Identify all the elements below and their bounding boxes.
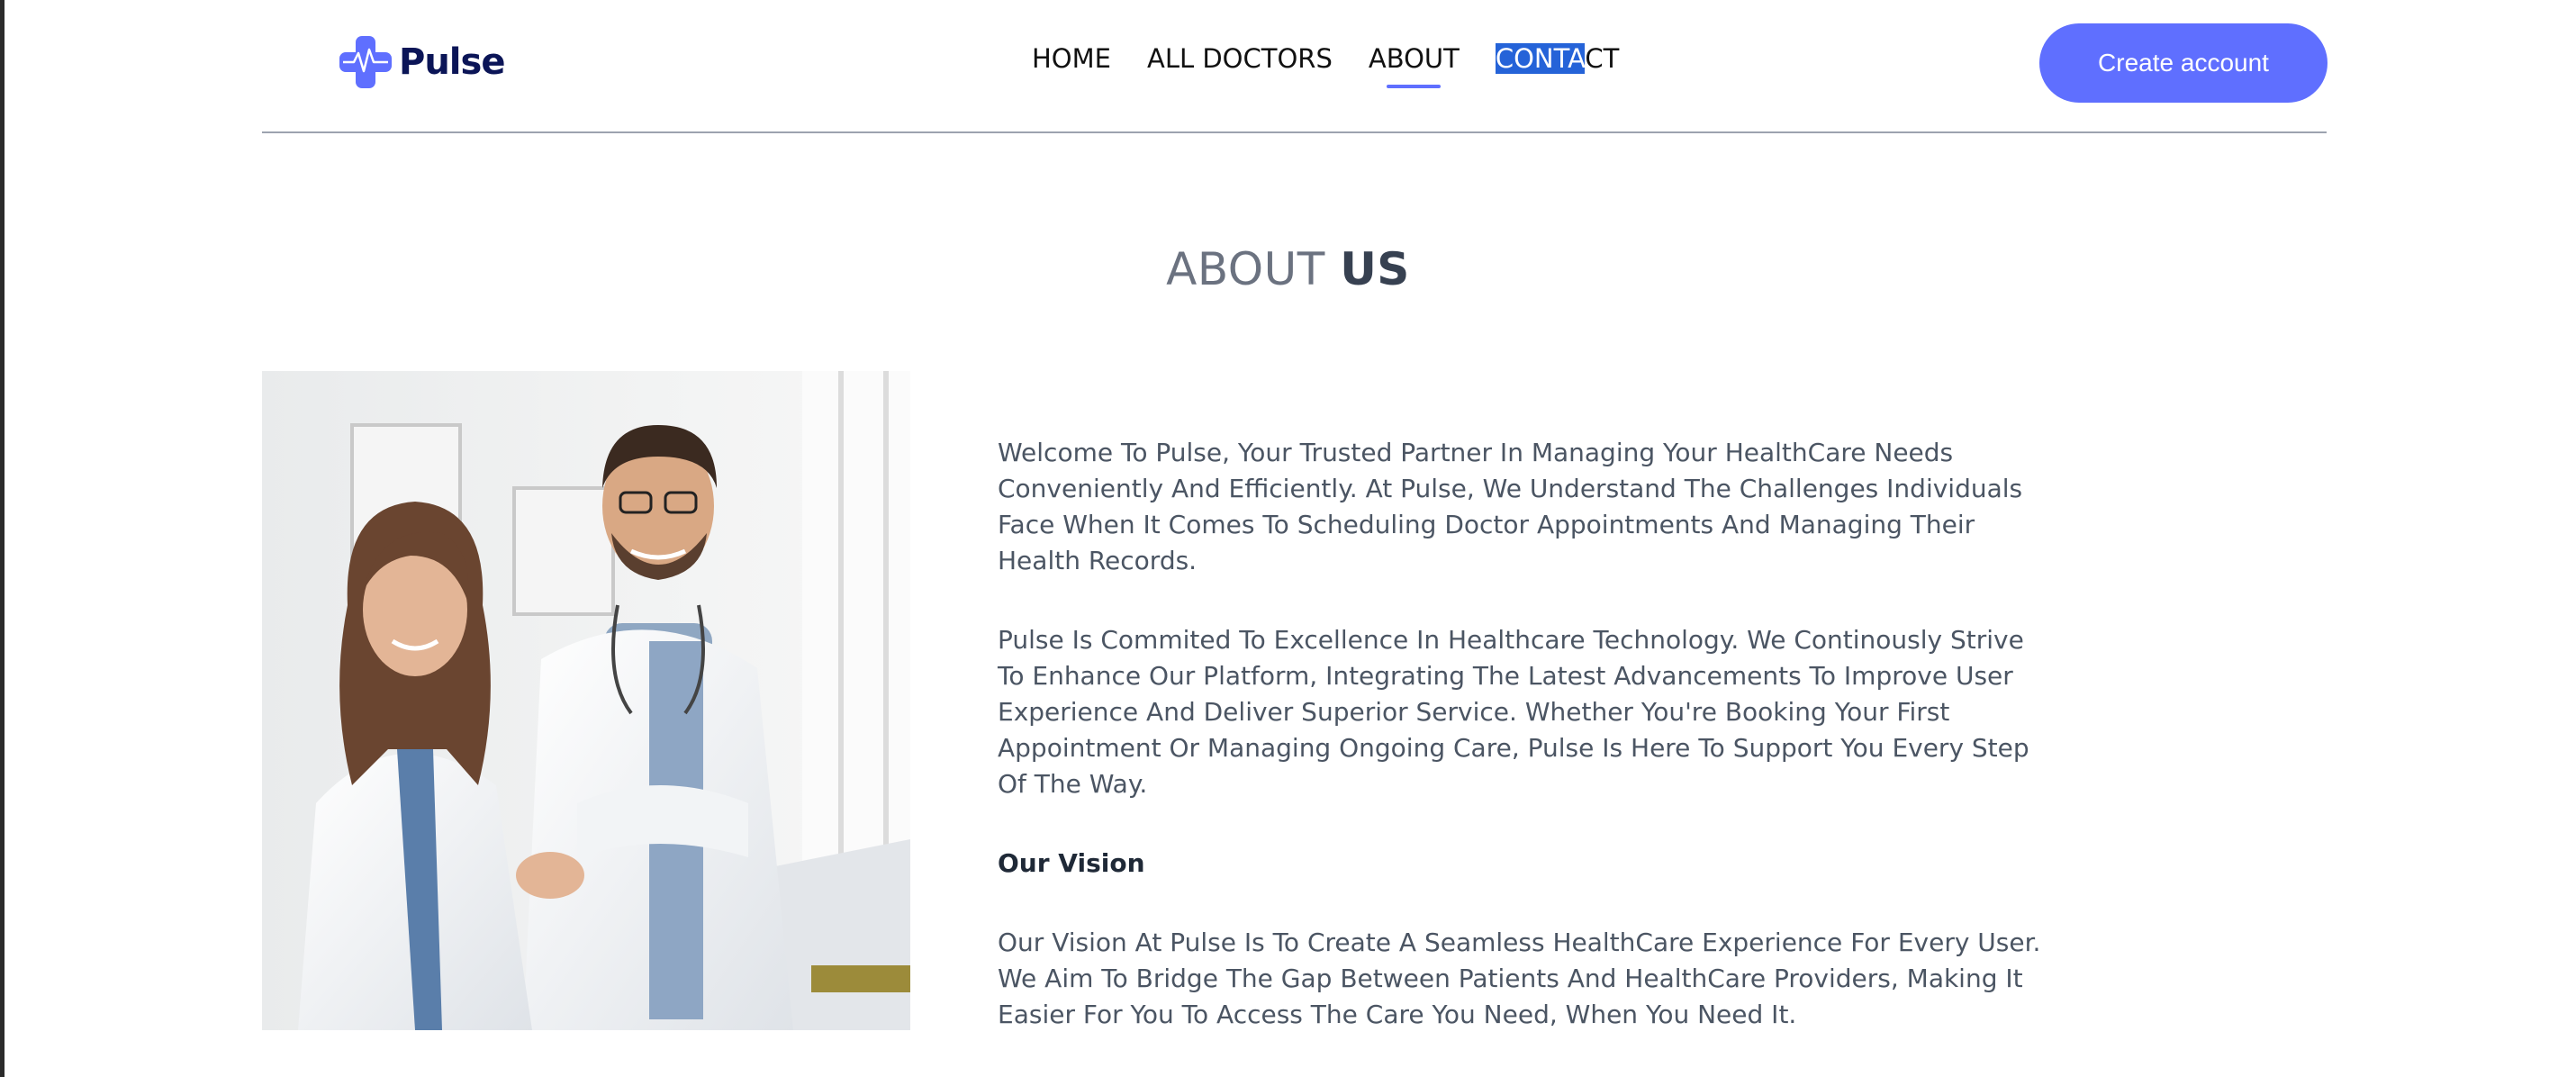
about-paragraph-1: Welcome To Pulse, Your Trusted Partner I… [998,438,2023,575]
nav-contact-selected-text: CONTA [1495,43,1586,74]
doctors-illustration [262,371,910,1030]
vision-paragraph: Our Vision At Pulse Is To Create A Seaml… [998,928,2041,1029]
vision-heading: Our Vision [998,848,1145,878]
nav-about-label: ABOUT [1368,43,1460,74]
nav-about[interactable]: ABOUT [1368,43,1460,88]
doctors-photo [262,371,910,1030]
logo[interactable]: Pulse [338,34,505,90]
nav-contact-rest-text: CT [1585,43,1620,74]
title-part-us: US [1340,243,1410,295]
about-content: Welcome To Pulse, Your Trusted Partner I… [998,435,2042,1076]
medical-cross-pulse-icon [339,36,392,88]
logo-text: Pulse [399,41,505,83]
create-account-button[interactable]: Create account [2039,23,2327,103]
title-part-about: ABOUT [1166,243,1325,295]
window-edge [0,0,5,1077]
about-paragraph-2: Pulse Is Commited To Excellence In Healt… [998,625,2029,799]
page-title: ABOUT US [0,243,2576,295]
nav-active-indicator [1387,85,1442,88]
nav-contact[interactable]: CONTACT [1495,43,1620,74]
header: Pulse HOME ALL DOCTORS ABOUT CONTACT Cre… [262,0,2327,133]
nav-home[interactable]: HOME [1032,43,1111,74]
main-nav: HOME ALL DOCTORS ABOUT CONTACT [1032,43,1620,88]
nav-all-doctors[interactable]: ALL DOCTORS [1147,43,1333,74]
